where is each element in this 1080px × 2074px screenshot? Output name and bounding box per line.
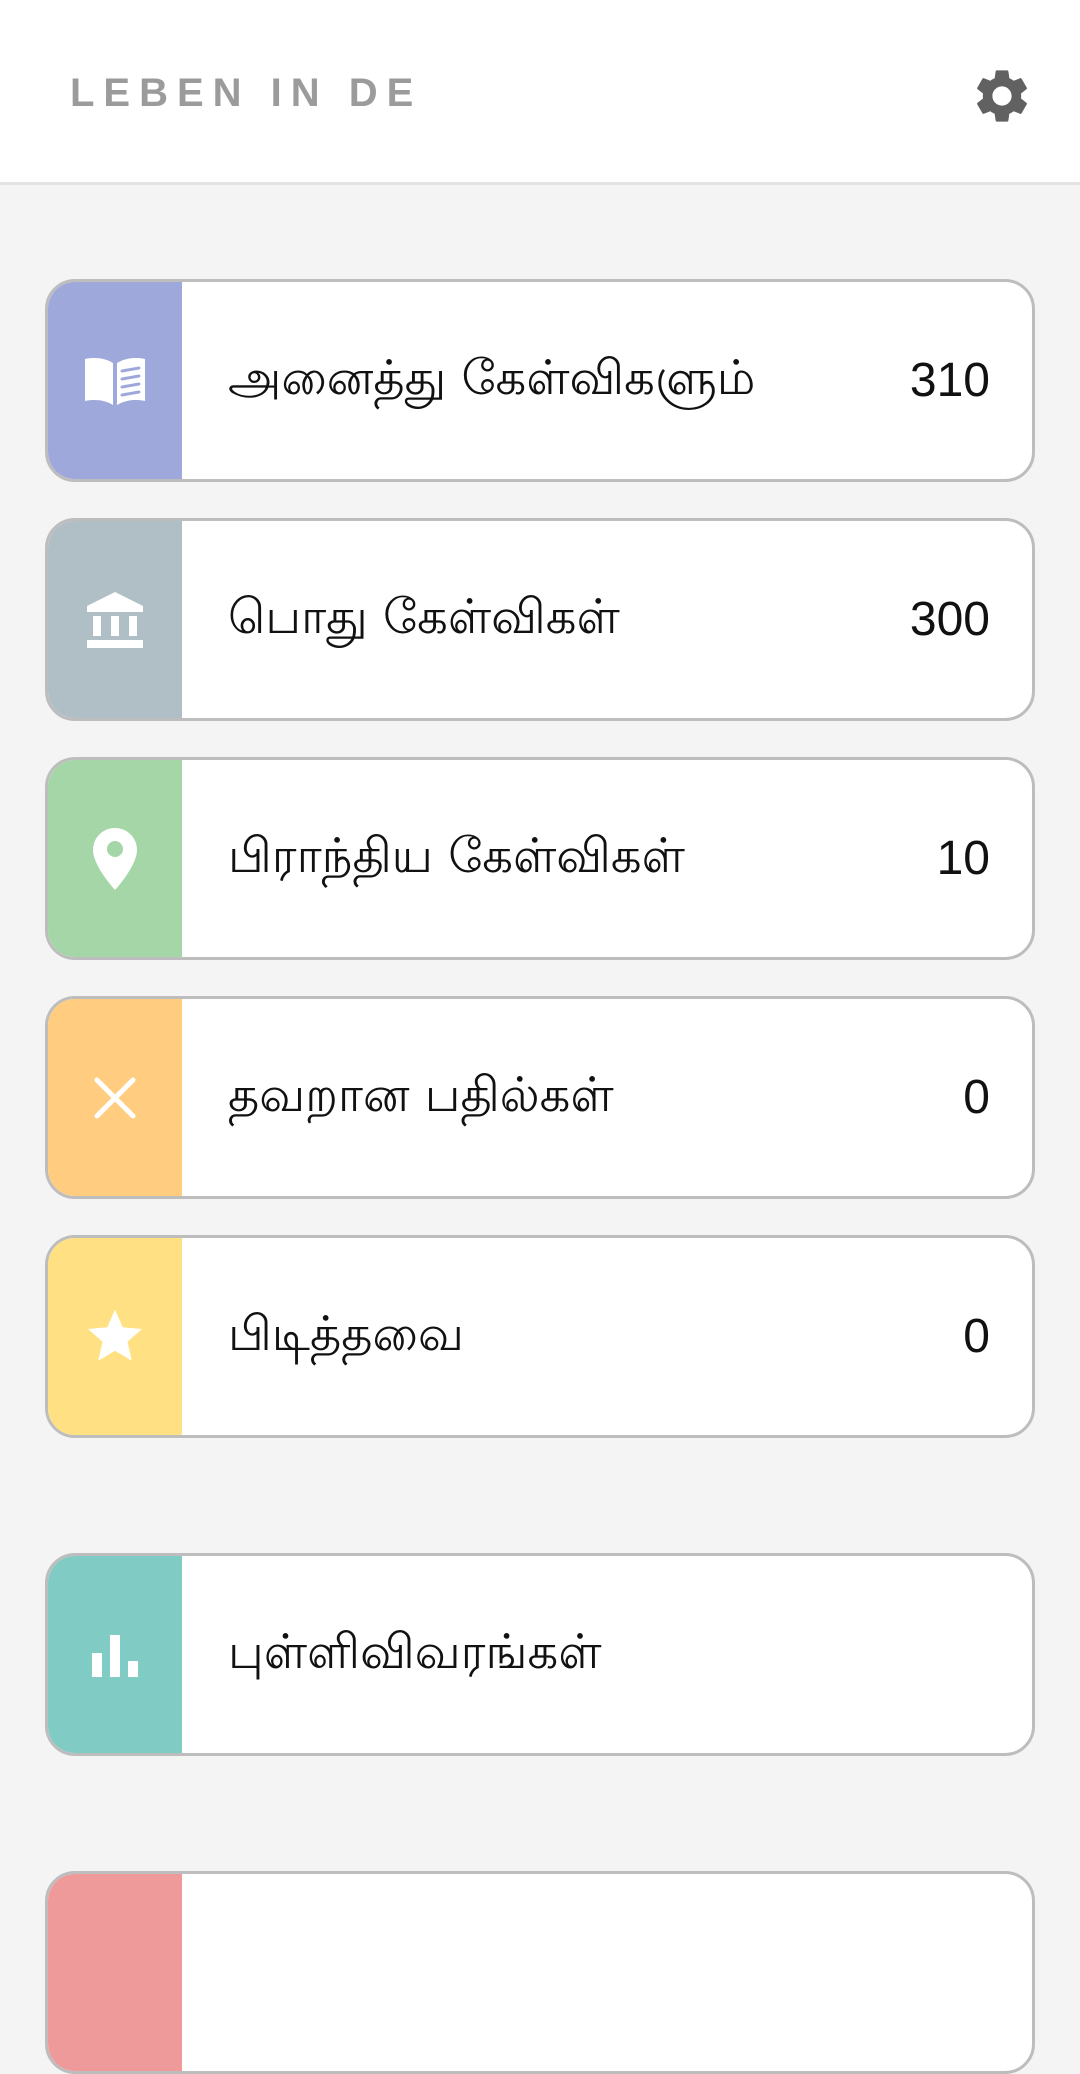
card-icon-strip	[48, 999, 182, 1196]
star-icon	[88, 1309, 142, 1361]
menu-item-count: 0	[963, 1310, 990, 1363]
settings-button[interactable]	[970, 64, 1034, 128]
card-icon-strip	[48, 1556, 182, 1753]
app-header: LEBEN IN DE	[0, 0, 1080, 185]
menu-item-general-questions[interactable]: பொது கேள்விகள் 300	[45, 518, 1035, 721]
menu-item-favorites[interactable]: பிடித்தவை 0	[45, 1235, 1035, 1438]
institution-icon	[87, 591, 143, 648]
menu-item-regional-questions[interactable]: பிராந்திய கேள்விகள் 10	[45, 757, 1035, 960]
menu-item-all-questions[interactable]: அனைத்து கேள்விகளும் 310	[45, 279, 1035, 482]
menu-item-count: 310	[909, 354, 990, 407]
card-icon-strip	[48, 1874, 182, 2071]
menu-item-statistics[interactable]: புள்ளிவிவரங்கள்	[45, 1553, 1035, 1756]
menu-item-label: பிடித்தவை	[228, 1305, 464, 1362]
card-icon-strip	[48, 282, 182, 479]
menu-item-count: 10	[936, 832, 990, 885]
open-book-icon	[85, 357, 145, 405]
menu-item-label: பொது கேள்விகள்	[228, 588, 620, 645]
card-icon-strip	[48, 521, 182, 718]
menu-item-wrong-answers[interactable]: தவறான பதில்கள் 0	[45, 996, 1035, 1199]
app-title: LEBEN IN DE	[70, 71, 423, 115]
card-icon-strip	[48, 1238, 182, 1435]
menu-item-count: 0	[963, 1071, 990, 1124]
menu-item-label: தவறான பதில்கள்	[228, 1066, 614, 1123]
gear-icon	[977, 70, 1027, 122]
menu-item-label: அனைத்து கேள்விகளும்	[228, 349, 756, 406]
close-icon	[94, 1077, 136, 1118]
menu-item-label: புள்ளிவிவரங்கள்	[228, 1623, 602, 1680]
menu-item-label: பிராந்திய கேள்விகள்	[228, 827, 685, 884]
bar-chart-icon	[92, 1634, 138, 1677]
menu-item-count: 300	[909, 593, 990, 646]
card-icon-strip	[48, 760, 182, 957]
location-pin-icon	[93, 827, 137, 890]
menu-item-partial[interactable]	[45, 1871, 1035, 2074]
